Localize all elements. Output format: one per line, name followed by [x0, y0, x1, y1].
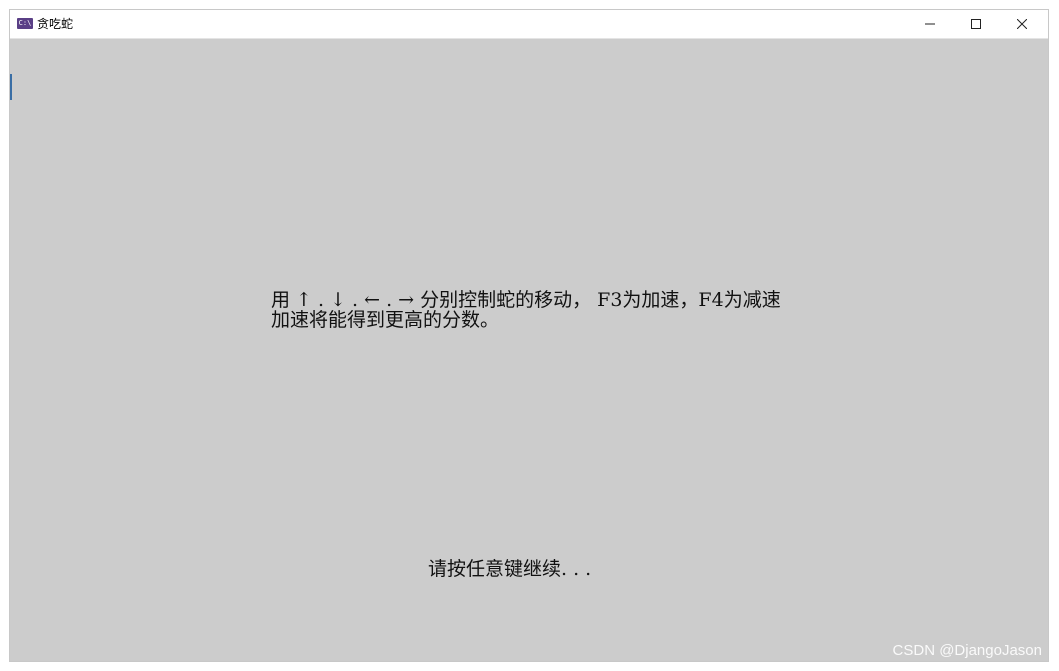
window-title: 贪吃蛇 — [37, 17, 74, 31]
close-icon — [1017, 19, 1027, 29]
left-edge-accent — [10, 74, 12, 100]
watermark-text: CSDN @DjangoJason — [892, 642, 1042, 659]
console-app-icon[interactable]: C:\ — [17, 18, 33, 29]
app-window: C:\ 贪吃蛇 用 ↑ . ↓ . ← . → 分别控制蛇的移动， F3为加速，… — [9, 9, 1049, 662]
console-area[interactable]: 用 ↑ . ↓ . ← . → 分别控制蛇的移动， F3为加速，F4为减速 加速… — [10, 39, 1048, 661]
continue-prompt: 请按任意键继续. . . — [428, 558, 592, 580]
close-button[interactable] — [999, 10, 1045, 38]
instruction-line-2: 加速将能得到更高的分数。 — [271, 309, 500, 331]
maximize-icon — [971, 19, 981, 29]
title-bar[interactable]: C:\ 贪吃蛇 — [10, 10, 1048, 39]
maximize-button[interactable] — [953, 10, 999, 38]
minimize-icon — [925, 23, 935, 25]
instruction-line-1: 用 ↑ . ↓ . ← . → 分别控制蛇的移动， F3为加速，F4为减速 — [271, 289, 781, 311]
minimize-button[interactable] — [907, 10, 953, 38]
